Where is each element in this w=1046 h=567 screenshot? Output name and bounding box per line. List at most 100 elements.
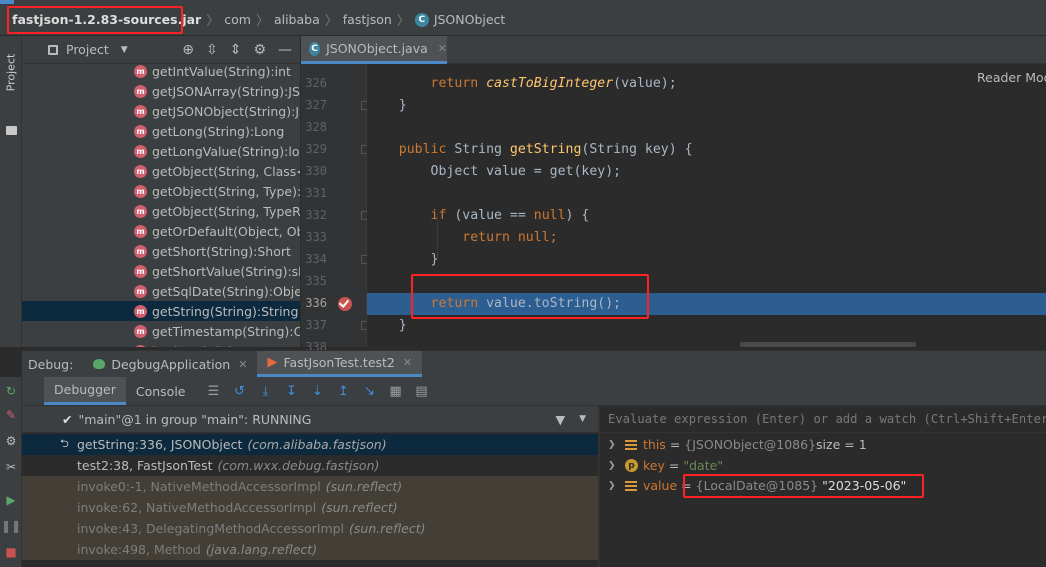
horizontal-scrollbar[interactable] <box>740 342 916 347</box>
method-icon: m <box>134 104 147 118</box>
close-icon[interactable]: ✕ <box>403 356 412 369</box>
method-icon: m <box>134 84 147 98</box>
menu-icon[interactable]: ☰ <box>206 383 222 399</box>
frame-row[interactable]: invoke0:-1, NativeMethodAccessorImpl (sun… <box>22 476 598 497</box>
tree-item-method[interactable]: m hashCode():int <box>22 341 300 347</box>
tree-item-method[interactable]: m getOrDefault(Object, Obje <box>22 221 300 241</box>
chevron-down-icon[interactable]: ▼ <box>579 414 586 424</box>
locate-icon[interactable]: ⊕ <box>182 42 194 58</box>
reader-mode-toggle[interactable]: Reader Mode <box>977 70 1046 85</box>
evaluate-icon[interactable]: ▦ <box>388 383 404 399</box>
frame-row[interactable]: test2:38, FastJsonTest (com.wxx.debug.fas… <box>22 455 598 476</box>
gear-icon[interactable]: ⚙ <box>4 434 18 448</box>
tree-item-method[interactable]: m getSqlDate(String):Object <box>22 281 300 301</box>
run-to-cursor-icon[interactable]: ↘ <box>362 383 378 399</box>
tab-debugger[interactable]: Debugger <box>44 377 126 405</box>
class-icon: C <box>414 12 429 27</box>
debug-label: Debug: <box>28 356 74 372</box>
breadcrumb-class[interactable]: C JSONObject <box>414 4 506 35</box>
frame-row[interactable]: invoke:62, NativeMethodAccessorImpl (sun.… <box>22 497 598 518</box>
thread-selector[interactable]: ✔ "main"@1 in group "main": RUNNING ▼ ▼ <box>22 406 598 433</box>
pause-icon[interactable]: ❚❚ <box>1 519 21 533</box>
variable-row-value[interactable]: ❯ value = {LocalDate@1085} "2023-05-06" <box>600 475 1046 496</box>
breakpoint-icon[interactable] <box>338 297 352 311</box>
hide-icon[interactable]: — <box>278 42 292 58</box>
code-token: (String key) { <box>581 142 693 157</box>
chevron-right-icon[interactable]: ❯ <box>608 481 618 491</box>
code-line-334: } <box>367 249 1046 271</box>
line-number: 337 <box>305 318 327 332</box>
tab-console[interactable]: Console <box>126 377 196 405</box>
tree-item-method[interactable]: m getLong(String):Long <box>22 121 300 141</box>
chevron-down-icon[interactable]: ▼ <box>121 45 128 55</box>
method-icon: m <box>134 324 147 338</box>
breadcrumb-com[interactable]: com <box>224 4 251 35</box>
project-stripe-label: Project <box>4 53 18 91</box>
stop-icon[interactable]: ■ <box>4 545 18 559</box>
variables-panel: ❯ this = {JSONObject@1086} size = 1 ❯ p … <box>600 433 1046 567</box>
wrench-icon[interactable]: ✂ <box>4 460 18 474</box>
frames-list: ⮌ getString:336, JSONObject (com.alibaba.f… <box>22 433 598 567</box>
tree-item-label: getShort(String):Short <box>152 243 291 259</box>
resume-icon[interactable]: ▶ <box>4 493 18 507</box>
tab-fastjsontest-test2[interactable]: FastJsonTest.test2 ✕ <box>257 351 423 377</box>
tree-item-method[interactable]: m getTimestamp(String):Obj <box>22 321 300 341</box>
chevron-right-icon[interactable]: ❯ <box>608 461 618 471</box>
tree-item-method[interactable]: m getObject(String, Class<T <box>22 161 300 181</box>
variable-name: this <box>643 437 666 452</box>
tree-item-method[interactable]: m getIntValue(String):int <box>22 64 300 81</box>
show-execution-point-icon[interactable]: ↺ <box>232 383 248 399</box>
frame-row[interactable]: invoke:43, DelegatingMethodAccessorImpl (… <box>22 518 598 539</box>
debug-toolwindow-header: Debug: DegbugApplication ✕ FastJsonTest.… <box>22 350 1046 377</box>
variable-type: {LocalDate@1085} <box>695 478 819 493</box>
breadcrumb-alibaba[interactable]: alibaba <box>274 4 320 35</box>
debug-tab-label: FastJsonTest.test2 <box>283 355 395 370</box>
tab-jsonobject-java[interactable]: C JSONObject.java ✕ <box>301 36 447 64</box>
code-editor[interactable]: return castToBigInteger(value); } public… <box>367 64 1046 347</box>
left-tool-stripe: Project <box>0 36 22 347</box>
evaluate-expression-input[interactable]: Evaluate expression (Enter) or add a wat… <box>600 406 1046 433</box>
expand-all-icon[interactable]: ⇳ <box>206 42 218 58</box>
step-into-icon[interactable]: ↧ <box>284 383 300 399</box>
rerun-icon[interactable]: ↻ <box>4 384 18 398</box>
tree-item-method[interactable]: m getObject(String, TypeRef <box>22 201 300 221</box>
breadcrumb-jar[interactable]: fastjson-1.2.83-sources.jar <box>0 4 201 35</box>
tree-item-method[interactable]: m getJSONArray(String):JSO <box>22 81 300 101</box>
variable-row-this[interactable]: ❯ this = {JSONObject@1086} size = 1 <box>600 434 1046 455</box>
project-stripe-button[interactable]: Project <box>3 44 19 100</box>
layout-icon[interactable]: ▤ <box>414 383 430 399</box>
breadcrumb-class-label: JSONObject <box>433 12 506 27</box>
filter-icon[interactable]: ▼ <box>555 412 565 427</box>
method-icon: m <box>134 164 147 178</box>
tree-item-method[interactable]: m getShort(String):Short <box>22 241 300 261</box>
close-icon[interactable]: ✕ <box>238 358 247 371</box>
tree-item-method[interactable]: m getObject(String, Type):T <box>22 181 300 201</box>
gear-icon[interactable]: ⚙ <box>253 42 266 58</box>
variable-row-key[interactable]: ❯ p key = "date" <box>600 455 1046 476</box>
code-line-327: } <box>367 95 1046 117</box>
code-line-337: } <box>367 315 1046 337</box>
frame-row[interactable]: ⮌ getString:336, JSONObject (com.alibaba.f… <box>22 434 598 455</box>
step-over-icon[interactable]: ⤓ <box>258 383 274 399</box>
tree-item-method[interactable]: m getString(String):String <box>22 301 300 321</box>
variable-value: "2023-05-06" <box>822 478 907 493</box>
tree-item-method[interactable]: m getShortValue(String):sho <box>22 261 300 281</box>
chevron-right-icon[interactable]: ❯ <box>608 440 618 450</box>
close-icon[interactable]: ✕ <box>438 42 447 55</box>
modify-run-icon[interactable]: ✎ <box>4 408 18 422</box>
tree-item-method[interactable]: m getLongValue(String):long <box>22 141 300 161</box>
variable-name: key <box>643 458 665 473</box>
project-title[interactable]: Project <box>66 42 109 57</box>
variable-type: {JSONObject@1086} <box>684 437 817 452</box>
frame-row[interactable]: invoke:498, Method (java.lang.reflect) <box>22 539 598 560</box>
force-step-into-icon[interactable]: ⇣ <box>310 383 326 399</box>
code-token: return <box>430 296 487 311</box>
step-out-icon[interactable]: ↥ <box>336 383 352 399</box>
thread-label: "main"@1 in group "main": RUNNING <box>78 411 312 427</box>
variable-equals: = <box>668 458 680 473</box>
collapse-all-icon[interactable]: ⇕ <box>230 42 242 58</box>
tree-item-method[interactable]: m getJSONObject(String):JS <box>22 101 300 121</box>
tree-item-label: getJSONObject(String):JS <box>152 103 300 119</box>
tab-degbug-application[interactable]: DegbugApplication ✕ <box>83 351 257 377</box>
breadcrumb-fastjson[interactable]: fastjson <box>343 4 392 35</box>
